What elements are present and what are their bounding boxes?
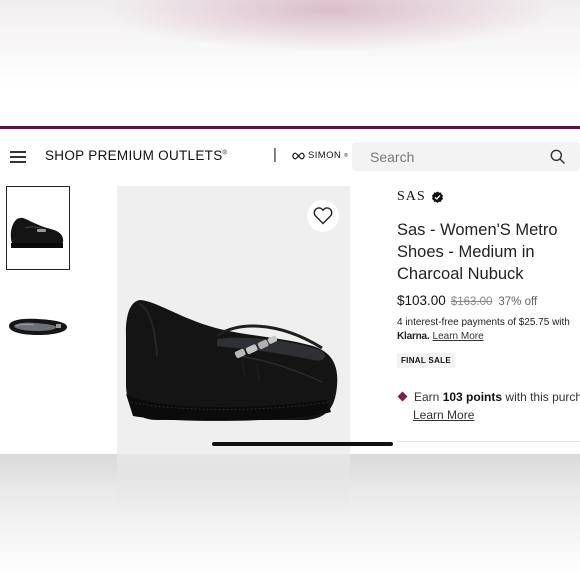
product-title: Sas - Women'S Metro Shoes - Medium in Ch…	[397, 221, 558, 283]
home-indicator[interactable]	[212, 442, 393, 446]
verified-badge-icon	[431, 191, 443, 203]
search-box[interactable]	[352, 142, 580, 171]
klarna-text: 4 interest-free payments of $25.75 with	[397, 317, 570, 328]
partner-registered-mark: ®	[344, 152, 349, 159]
search-icon[interactable]	[550, 149, 565, 164]
klarna-learn-more-link[interactable]: Learn More	[433, 331, 484, 342]
section-divider	[397, 441, 580, 442]
discount-label: 37% off	[498, 296, 538, 308]
final-sale-badge: FINAL SALE	[397, 353, 455, 368]
brand-registered-mark: ®	[222, 150, 228, 157]
points-prefix: Earn	[414, 390, 440, 404]
points-diamond-icon	[397, 391, 408, 402]
search-input[interactable]	[370, 142, 540, 171]
favorite-button[interactable]	[307, 200, 339, 232]
sale-price: $103.00	[397, 293, 446, 308]
points-value: 103 points	[442, 390, 503, 404]
original-price: $163.00	[450, 296, 493, 308]
thumbnail-1[interactable]	[6, 186, 70, 270]
logo-separator: |	[273, 146, 277, 163]
rewards-points: Earn 103 points with this purch Learn Mo…	[397, 388, 580, 422]
thumbnail-2[interactable]	[6, 284, 70, 368]
klarna-logo: Klarna.	[397, 331, 430, 342]
simon-logo[interactable]: SIMON ®	[292, 150, 348, 161]
simon-infinity-icon	[292, 152, 305, 159]
product-brand-name: SAS	[397, 189, 426, 204]
product-brand[interactable]: SAS	[397, 189, 444, 205]
menu-icon[interactable]	[10, 151, 26, 163]
product-main-image[interactable]	[117, 186, 350, 454]
shoe-side-thumbnail	[10, 217, 64, 248]
blurred-background-bottom	[0, 454, 580, 580]
klarna-installments: 4 interest-free payments of $25.75 with …	[397, 316, 570, 344]
points-learn-more-link[interactable]: Learn More	[413, 406, 474, 424]
blurred-background-top	[0, 0, 580, 126]
points-suffix: with this purch	[505, 390, 580, 404]
heart-icon	[313, 207, 333, 225]
screenshot-stage: SHOP PREMIUM OUTLETS® | SIMON ® Search S…	[0, 0, 580, 580]
partner-name: SIMON	[308, 150, 342, 161]
site-logo[interactable]: SHOP PREMIUM OUTLETS®	[45, 148, 227, 163]
shoe-top-thumbnail	[9, 318, 67, 335]
price-row: $103.00 $163.00 37% off	[397, 293, 537, 308]
site-header: SHOP PREMIUM OUTLETS® | SIMON ®	[0, 129, 580, 181]
brand-name: SHOP PREMIUM OUTLETS	[45, 148, 223, 163]
